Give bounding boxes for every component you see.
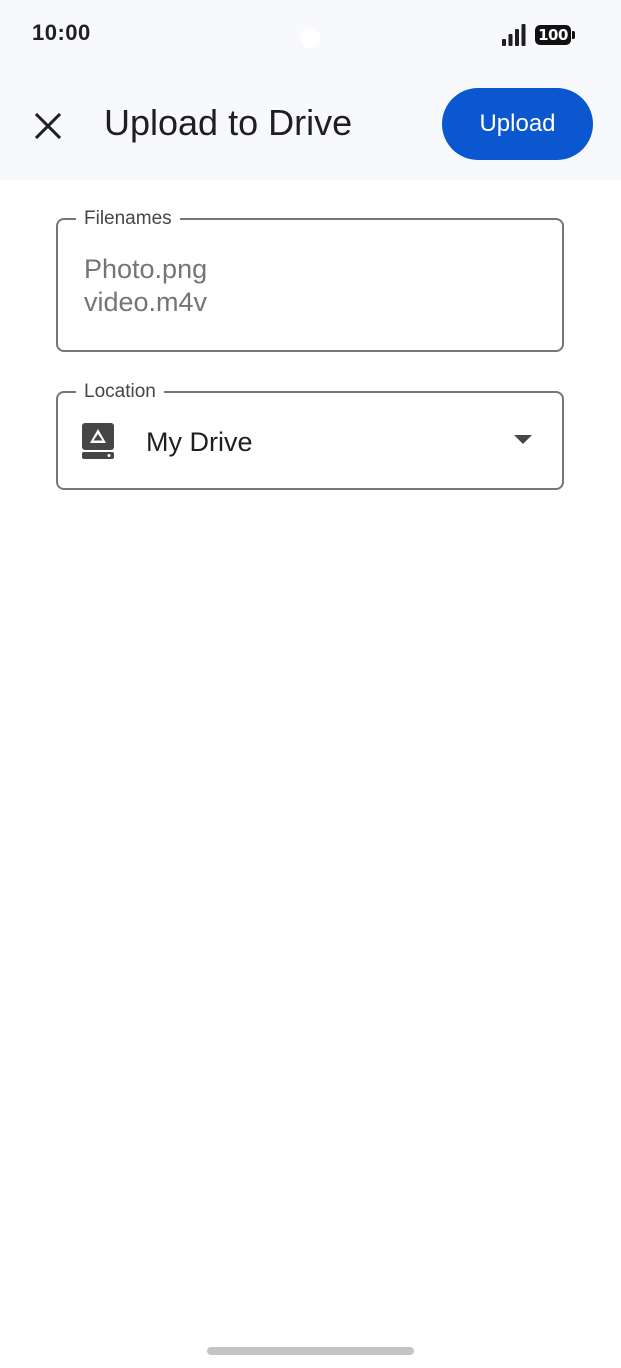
signal-icon [502, 24, 526, 46]
location-label: Location [76, 380, 164, 404]
home-indicator[interactable] [207, 1347, 414, 1355]
battery-level: 100 [538, 26, 568, 44]
filenames-field[interactable]: Filenames Photo.png video.m4v [56, 207, 564, 352]
close-button[interactable] [22, 100, 74, 152]
battery-tip [572, 31, 575, 39]
camera-cutout [300, 28, 320, 48]
dropdown-arrow-icon [514, 435, 532, 444]
close-icon [34, 112, 62, 140]
filename-item: Photo.png [84, 254, 208, 284]
location-dropdown[interactable]: Location My Drive [56, 380, 564, 490]
battery-icon: 100 [535, 24, 577, 46]
location-value: My Drive [146, 427, 253, 457]
page-title: Upload to Drive [104, 102, 353, 143]
status-bar: 10:00 100 [0, 0, 621, 70]
filename-item: video.m4v [84, 287, 208, 317]
drive-icon [82, 423, 114, 459]
status-time: 10:00 [32, 20, 91, 45]
filenames-label: Filenames [76, 207, 180, 231]
app-bar: Upload to Drive Upload [0, 70, 621, 180]
upload-button[interactable]: Upload [442, 88, 593, 160]
battery-body: 100 [535, 25, 571, 45]
